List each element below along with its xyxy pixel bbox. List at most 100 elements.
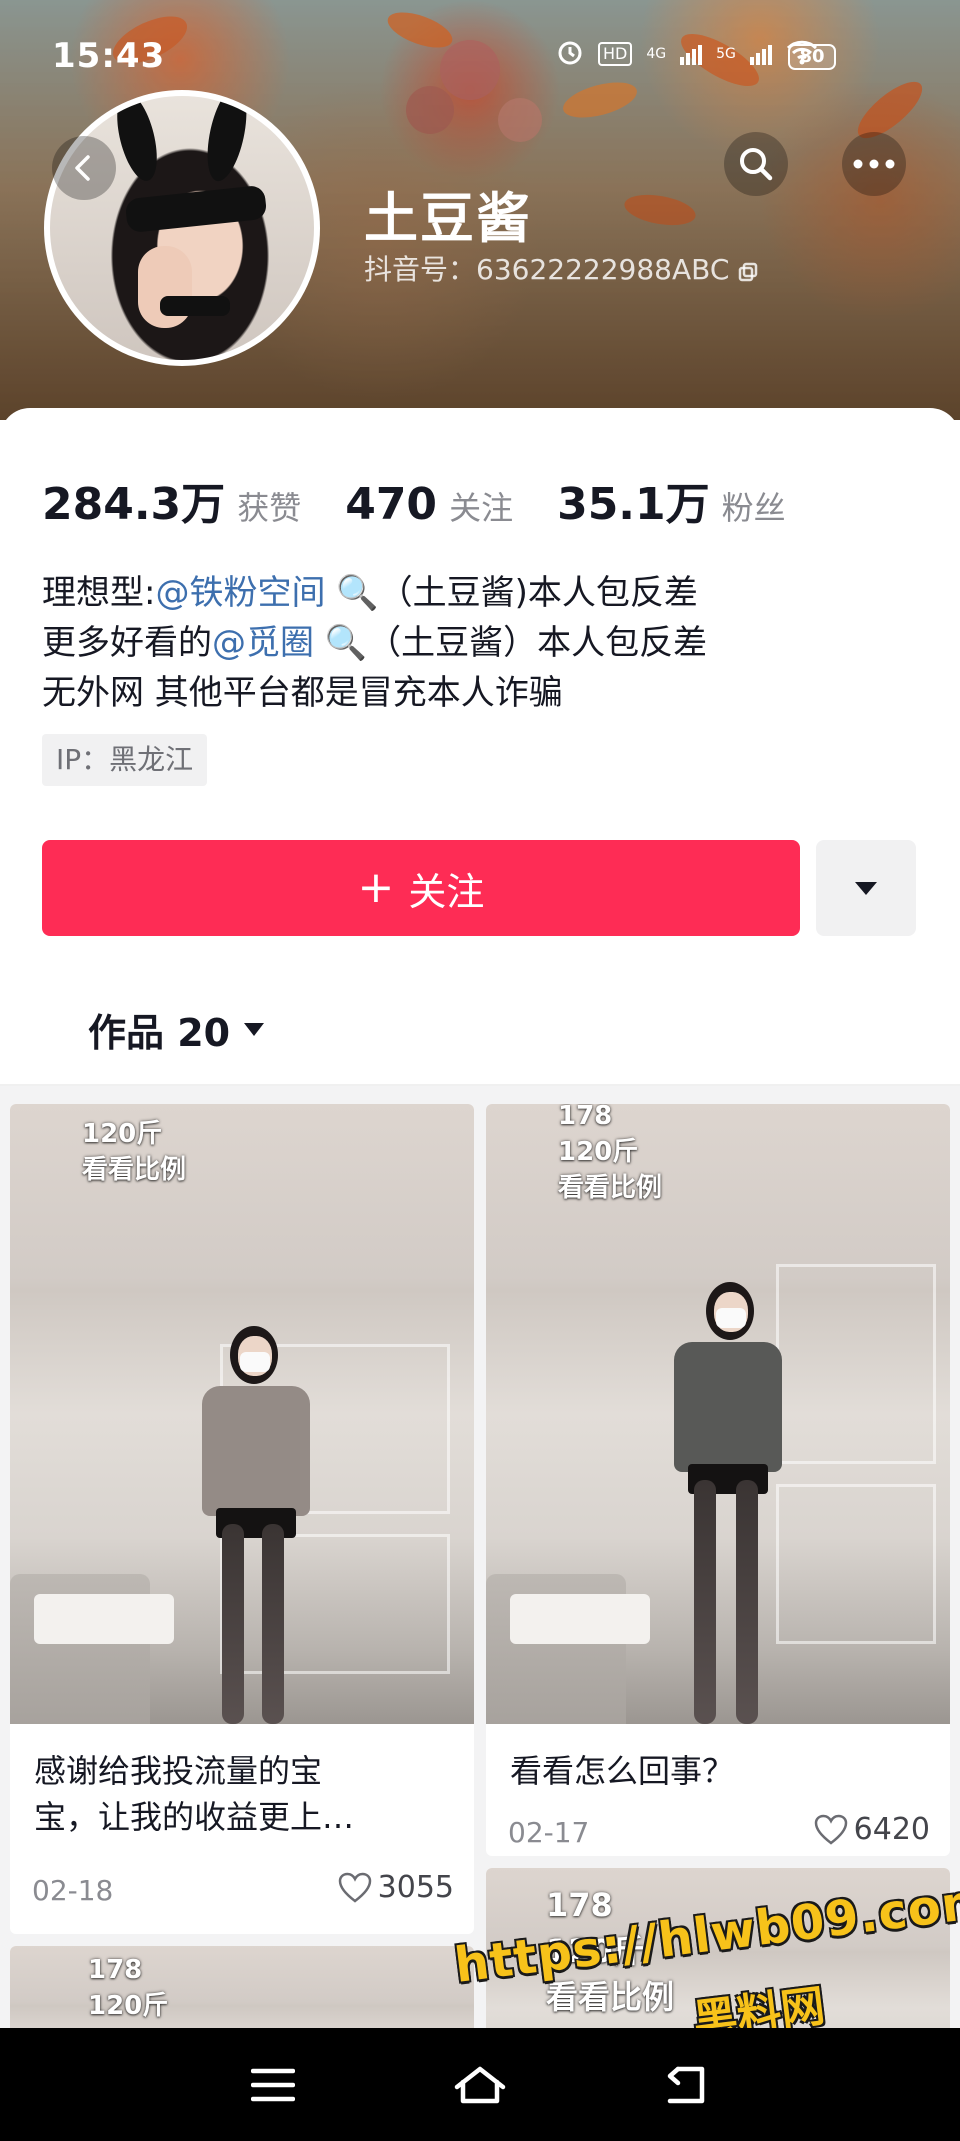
bio-text: 🔍（土豆酱）本人包反差	[314, 623, 708, 663]
video-overlay-text: 120斤 看看比例	[82, 1116, 186, 1188]
home-icon	[454, 2066, 506, 2103]
avatar-detail	[109, 96, 165, 185]
person	[736, 1480, 758, 1724]
profile-screen: 15:43 HD 4G 5G 80 土豆酱 抖音号：63622222988ABC…	[0, 0, 960, 2141]
title-line: 看看怎么回事？	[510, 1752, 735, 1790]
person	[716, 1308, 746, 1328]
bio-line: 无外网 其他平台都是冒充本人诈骗	[42, 673, 563, 713]
stat-label: 获赞	[237, 489, 302, 527]
tab-works[interactable]: 作品 20	[88, 1002, 265, 1057]
bio-text: 🔍（土豆酱)本人包反差	[325, 573, 698, 613]
menu-button[interactable]	[233, 2045, 313, 2125]
overlay-line: 178	[546, 1886, 613, 1924]
more-options-button[interactable]	[842, 132, 906, 196]
title-line: 宝，让我的收益更上…	[34, 1798, 355, 1836]
heart-icon	[814, 1814, 847, 1845]
profile-bio: 理想型:@铁粉空间 🔍（土豆酱)本人包反差 更多好看的@觅圈 🔍（土豆酱）本人包…	[42, 568, 707, 718]
person	[674, 1342, 782, 1472]
home-button[interactable]	[440, 2045, 520, 2125]
follow-button-label: 关注	[408, 869, 485, 914]
overlay-line: 120斤	[88, 1991, 169, 2021]
hd-badge: HD	[598, 42, 633, 66]
overlay-line: 178	[558, 1104, 613, 1131]
video-thumbnail: 178 120斤 看看比例	[486, 1104, 950, 1724]
person	[240, 1352, 270, 1372]
menu-icon	[251, 2068, 296, 2101]
back-button[interactable]	[52, 136, 116, 200]
overlay-line: 看看比例	[558, 1173, 663, 1203]
chevron-down-icon	[244, 1023, 265, 1036]
stat-value: 35.1万	[557, 479, 710, 530]
stat-label: 粉丝	[721, 489, 786, 527]
video-card[interactable]: 178 120斤 看看比例 看看怎么回事？ 02-17 6420	[486, 1104, 950, 1856]
bio-mention-link[interactable]: @铁粉空间	[155, 573, 325, 613]
status-bar: 15:43 HD 4G 5G 80	[0, 0, 960, 110]
more-icon	[853, 159, 895, 169]
recommend-dropdown-button[interactable]	[816, 840, 916, 936]
blanket	[510, 1594, 650, 1644]
likes-count: 3055	[377, 1870, 454, 1905]
overlay-line: 120斤	[558, 1137, 639, 1167]
person	[222, 1524, 244, 1724]
video-overlay-text: 178 120斤	[88, 1952, 168, 2024]
plus-icon: +	[357, 862, 395, 913]
likes-count: 6420	[853, 1812, 930, 1847]
works-grid: 120斤 看看比例 感谢给我投流量的宝 宝，让我的收益更上… 02-18 305…	[0, 1086, 960, 2141]
video-likes: 6420	[814, 1812, 930, 1847]
chevron-down-icon	[855, 881, 877, 895]
back-icon	[75, 155, 90, 181]
back-nav-icon	[667, 2066, 704, 2103]
bio-line: 理想型:@铁粉空间 🔍（土豆酱)本人包反差	[42, 568, 707, 618]
video-overlay-text: 178 120斤 看看比例	[558, 1104, 662, 1206]
blanket	[34, 1594, 174, 1644]
video-card[interactable]: 120斤 看看比例 感谢给我投流量的宝 宝，让我的收益更上… 02-18 305…	[10, 1104, 474, 1934]
video-likes: 3055	[338, 1870, 454, 1905]
system-nav-bar	[0, 2028, 960, 2141]
person	[262, 1524, 284, 1724]
person	[694, 1480, 716, 1724]
stat-label: 关注	[449, 489, 514, 527]
douyin-id: 抖音号：63622222988ABC	[364, 248, 759, 288]
stat-followers[interactable]: 35.1万 粉丝	[557, 468, 786, 532]
stat-value: 284.3万	[42, 479, 226, 530]
follow-button[interactable]: + 关注	[42, 840, 800, 936]
search-button[interactable]	[724, 132, 788, 196]
wall-panel	[776, 1264, 936, 1464]
wall-panel	[776, 1484, 936, 1644]
back-nav-button[interactable]	[647, 2045, 727, 2125]
video-date: 02-17	[508, 1816, 590, 1849]
video-thumbnail: 120斤 看看比例	[10, 1104, 474, 1724]
battery-indicator: 80	[788, 44, 836, 70]
copy-icon[interactable]	[737, 257, 759, 282]
profile-avatar[interactable]	[44, 90, 320, 366]
wall-panel	[220, 1534, 450, 1674]
overlay-line: 看看比例	[546, 1978, 675, 2016]
video-date: 02-18	[32, 1874, 114, 1907]
heart-icon	[338, 1872, 371, 1903]
bio-mention-link[interactable]: @觅圈	[212, 623, 314, 663]
video-title: 感谢给我投流量的宝 宝，让我的收益更上…	[34, 1748, 354, 1840]
network-5g-label: 5G	[716, 46, 736, 62]
overlay-line: 178	[88, 1955, 143, 1985]
person	[202, 1386, 310, 1516]
signal-bars-icon	[749, 43, 772, 65]
overlay-line: 120斤	[82, 1119, 163, 1149]
network-4g-label: 4G	[646, 46, 667, 62]
profile-card: 284.3万 获赞 470 关注 35.1万 粉丝 理想型:@铁粉空间 🔍（土豆…	[0, 408, 960, 2141]
video-title: 看看怎么回事？	[510, 1748, 734, 1794]
profile-stats: 284.3万 获赞 470 关注 35.1万 粉丝	[42, 468, 830, 532]
stat-likes: 284.3万 获赞	[42, 468, 301, 532]
bio-text: 更多好看的	[42, 623, 212, 663]
avatar-detail	[160, 296, 230, 316]
avatar-detail	[200, 96, 254, 185]
status-time: 15:43	[52, 36, 166, 76]
ip-location-tag: IP：黑龙江	[42, 734, 208, 786]
douyin-id-text: 抖音号：63622222988ABC	[364, 253, 730, 286]
profile-name: 土豆酱	[364, 187, 532, 250]
avatar-detail	[124, 184, 268, 234]
bio-text: 理想型:	[42, 573, 156, 613]
overlay-line: 看看比例	[82, 1155, 187, 1185]
video-overlay-text: 178 120斤 看看比例	[546, 1882, 674, 2020]
bio-line: 更多好看的@觅圈 🔍（土豆酱）本人包反差	[42, 618, 707, 668]
stat-following[interactable]: 470 关注	[345, 479, 513, 530]
